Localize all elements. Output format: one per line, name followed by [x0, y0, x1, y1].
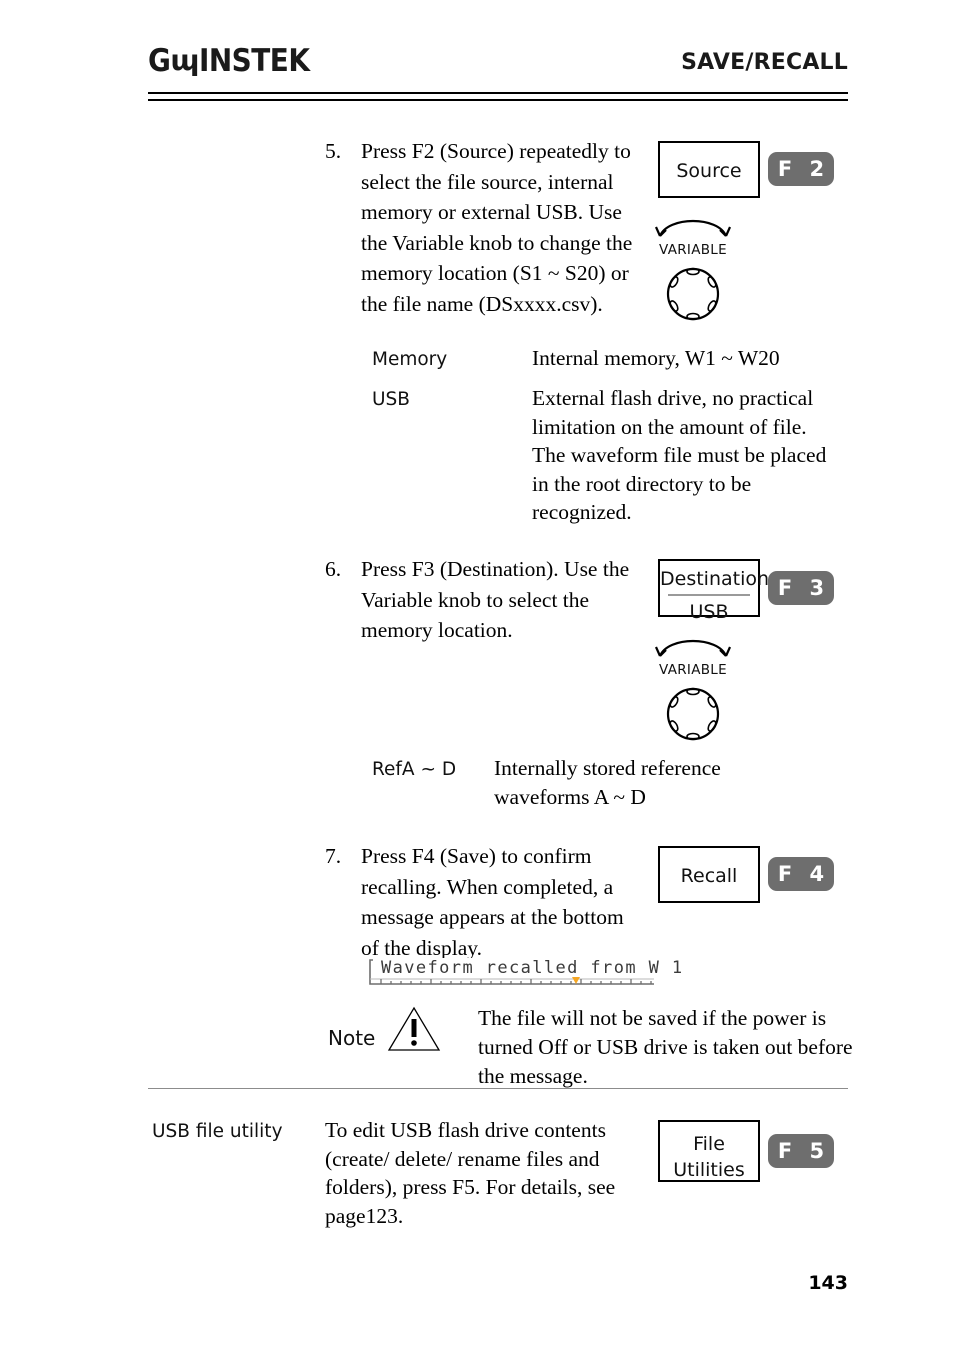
step-6-text: Press F3 (Destination). Use the Variable… [361, 557, 630, 642]
logo-text-instek: INSTEK [198, 43, 310, 79]
softkey-box-file-utilities-line1: File [693, 1133, 725, 1155]
scope-message-text: Waveform recalled from W 1 [381, 958, 684, 978]
usb-file-utility-desc: To edit USB flash drive contents (create… [325, 1118, 616, 1228]
section-divider [148, 1088, 848, 1089]
usb-file-utility-term: USB file utility [152, 1121, 283, 1142]
page-title: SAVE/RECALL [681, 50, 848, 75]
fkey-f4-button[interactable]: F 4 [768, 857, 834, 891]
softkey-box-destination-value: USB [689, 601, 729, 623]
scope-message-strip: Waveform recalled from W 1 [367, 958, 682, 990]
warning-triangle-icon [385, 1004, 443, 1054]
definition-desc-memory: Internal memory, W1 ~ W20 [532, 346, 780, 370]
softkey-box-file-utilities-line2: Utilities [673, 1159, 745, 1181]
step-5-text: Press F2 (Source) repeatedly to select t… [361, 139, 633, 316]
variable-knob-label-1: VARIABLE [659, 242, 727, 258]
variable-knob-svg-2 [654, 639, 732, 741]
fkey-f3-button[interactable]: F 3 [768, 571, 834, 605]
definition-desc-refa: Internally stored reference waveforms A … [494, 756, 721, 809]
step-5-number: 5. [325, 139, 342, 163]
softkey-box-source-label: Source [676, 160, 742, 182]
definition-term-refa: RefA ~ D [372, 759, 457, 780]
step-7: 7. Press F4 (Save) to confirm recalling.… [325, 841, 645, 963]
page-number: 143 [808, 1272, 848, 1294]
step-6-number: 6. [325, 557, 342, 581]
softkey-box-file-utilities[interactable]: File Utilities [658, 1120, 760, 1182]
softkey-box-recall[interactable]: Recall [658, 846, 760, 903]
header-divider [148, 92, 848, 101]
softkey-box-destination[interactable]: Destination USB [658, 559, 770, 623]
softkey-box-recall-label: Recall [680, 865, 738, 887]
definition-desc-usb: External flash drive, no practical limit… [532, 386, 827, 524]
softkey-box-source[interactable]: Source [658, 141, 760, 198]
definition-term-memory: Memory [372, 349, 448, 370]
step-5: 5. Press F2 (Source) repeatedly to selec… [325, 136, 650, 319]
note-label: Note [328, 1026, 376, 1050]
step-7-number: 7. [325, 844, 342, 868]
variable-knob-graphic-1: VARIABLE [648, 212, 738, 324]
step-6: 6. Press F3 (Destination). Use the Varia… [325, 554, 645, 646]
definition-term-usb: USB [372, 389, 410, 410]
fkey-f2-button[interactable]: F 2 [768, 152, 834, 186]
logo-text-u: ɰ [170, 44, 199, 78]
variable-knob-label-2: VARIABLE [659, 662, 727, 678]
warning-triangle-svg [387, 1006, 441, 1051]
manual-page: GɰINSTEK SAVE/RECALL 5. Press F2 (Source… [0, 0, 954, 1349]
variable-knob-graphic-2: VARIABLE [648, 632, 738, 744]
gwinstek-logo: GɰINSTEK [148, 43, 310, 79]
note-text: The file will not be saved if the power … [478, 1006, 853, 1088]
step-7-text: Press F4 (Save) to confirm recalling. Wh… [361, 844, 624, 960]
variable-knob-svg-1 [654, 219, 732, 321]
logo-text-g: G [148, 43, 171, 79]
fkey-f5-button[interactable]: F 5 [768, 1134, 834, 1168]
softkey-box-destination-divider [668, 594, 750, 596]
softkey-box-destination-label: Destination [660, 568, 770, 590]
